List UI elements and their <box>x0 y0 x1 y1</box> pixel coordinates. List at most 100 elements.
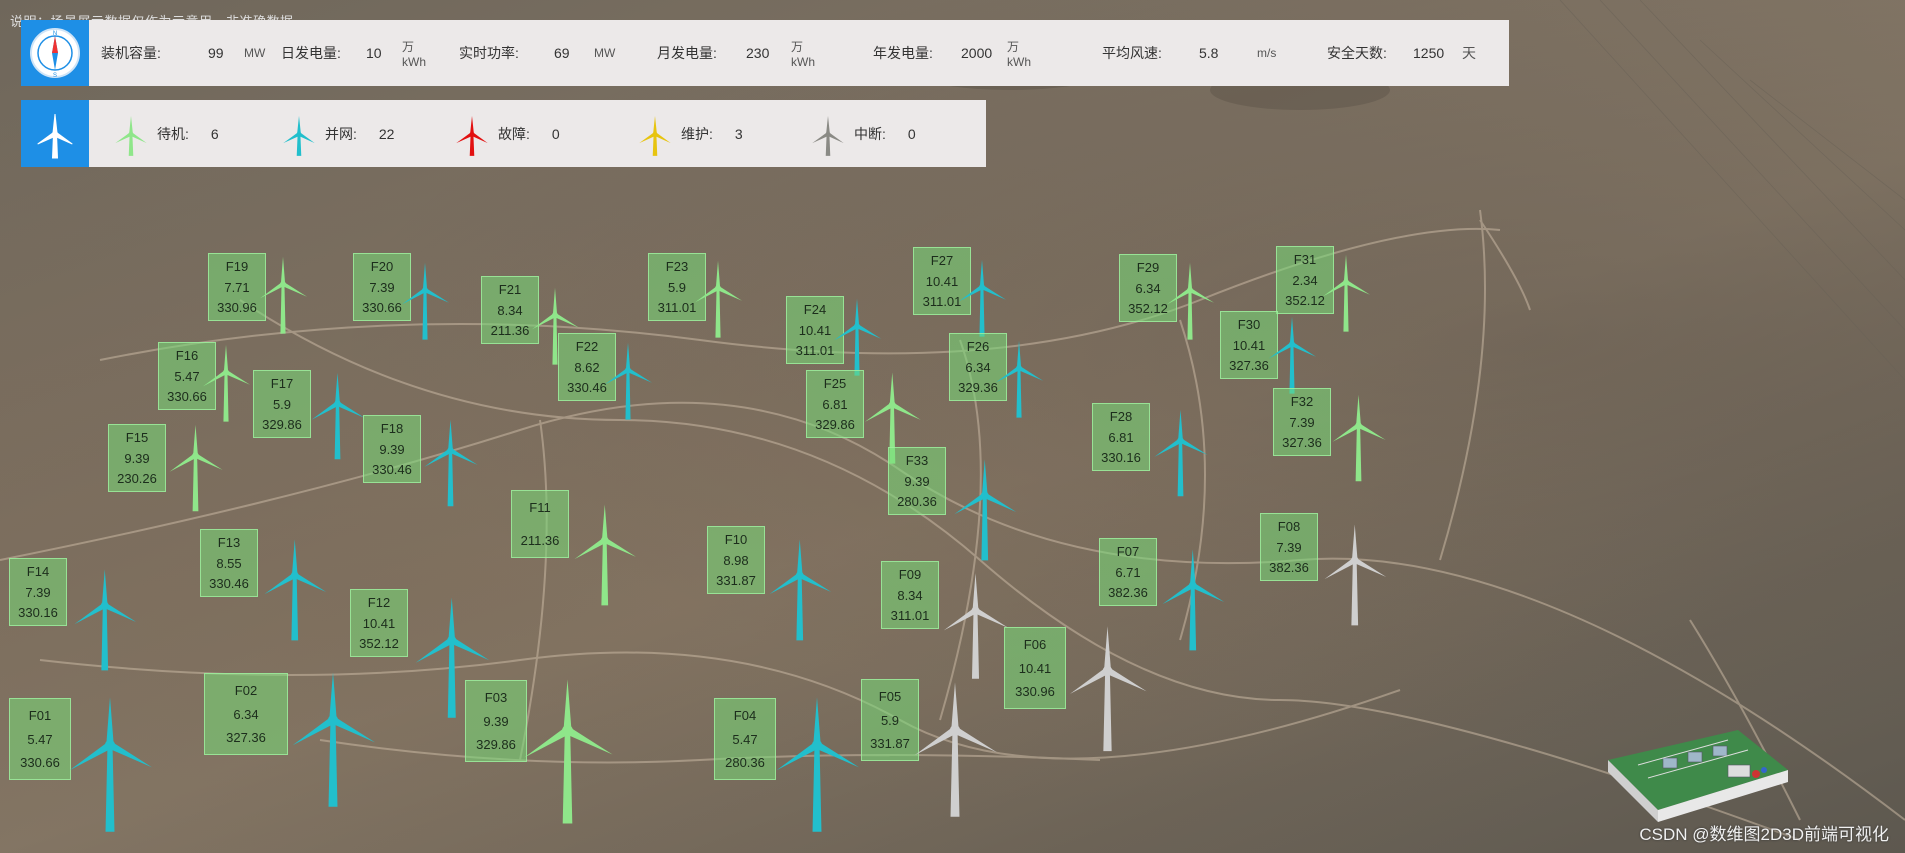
turbine-marker[interactable] <box>255 248 311 341</box>
substation-icon[interactable] <box>1608 730 1788 830</box>
turbine-info-card[interactable]: F32 7.39 327.36 <box>1273 388 1331 456</box>
turbine-info-card[interactable]: F25 6.81 329.86 <box>806 370 864 438</box>
turbine-marker[interactable] <box>768 682 866 841</box>
turbine-id: F04 <box>733 707 757 723</box>
turbine-grid-icon[interactable] <box>61 682 159 836</box>
turbine-standby-icon[interactable] <box>1162 254 1218 342</box>
turbine-id: F17 <box>270 376 294 392</box>
turbine-grid-icon[interactable] <box>1264 308 1320 396</box>
turbine-wind: 9.39 <box>483 713 509 729</box>
turbine-info-card[interactable]: F04 5.47 280.36 <box>714 698 776 780</box>
turbine-standby-icon[interactable] <box>690 252 746 340</box>
turbine-grid-icon[interactable] <box>68 558 142 674</box>
legend-maint[interactable]: 维护: 3 <box>635 100 743 167</box>
turbine-info-card[interactable]: F09 8.34 311.01 <box>881 561 939 629</box>
turbine-grid-icon[interactable] <box>763 528 837 644</box>
turbine-stopped-icon[interactable] <box>1318 513 1392 629</box>
turbine-standby-icon[interactable] <box>255 248 311 336</box>
turbine-marker[interactable] <box>1327 385 1390 489</box>
turbine-grid-icon[interactable] <box>600 334 656 422</box>
turbine-stopped-icon[interactable] <box>1062 612 1153 755</box>
turbine-standby-icon[interactable] <box>1327 385 1390 484</box>
turbine-marker[interactable] <box>515 663 620 833</box>
legend-standby[interactable]: 待机: 6 <box>111 100 219 167</box>
turbine-wind: 5.9 <box>272 396 292 412</box>
svg-text:N: N <box>53 31 57 37</box>
turbine-standby-icon[interactable] <box>568 493 642 609</box>
turbine-marker[interactable] <box>948 448 1022 569</box>
turbine-wind: 9.39 <box>379 441 405 457</box>
turbine-power: 329.86 <box>262 416 302 432</box>
turbine-grid-icon[interactable] <box>397 254 453 342</box>
turbine-marker[interactable] <box>1318 513 1392 634</box>
turbine-marker[interactable] <box>306 363 369 467</box>
turbine-grid-icon[interactable] <box>1156 538 1230 654</box>
turbine-wind: 8.62 <box>574 359 600 375</box>
turbine-marker[interactable] <box>1162 254 1218 347</box>
turbine-wind: 7.39 <box>25 584 51 600</box>
turbine-standby-icon[interactable] <box>515 663 620 828</box>
turbine-grid-icon[interactable] <box>306 363 369 462</box>
turbine-grid-icon[interactable] <box>991 332 1047 420</box>
turbine-standby-icon[interactable] <box>1318 246 1374 334</box>
stat-daily-value: 10 <box>366 45 382 61</box>
stat-daily-unit: 万kWh <box>402 39 426 69</box>
turbine-info-card[interactable]: F15 9.39 230.26 <box>108 424 166 492</box>
turbine-wind: 5.47 <box>27 731 53 747</box>
turbine-info-card[interactable]: F12 10.41 352.12 <box>350 589 408 657</box>
turbine-id: F22 <box>575 339 599 355</box>
turbine-marker[interactable] <box>690 252 746 345</box>
turbine-marker[interactable] <box>284 657 382 816</box>
turbine-power: 329.86 <box>815 416 855 432</box>
turbine-stopped-icon[interactable] <box>906 667 1004 821</box>
turbine-wind: 9.39 <box>124 450 150 466</box>
turbine-info-card[interactable]: F14 7.39 330.16 <box>9 558 67 626</box>
turbine-marker[interactable] <box>1149 400 1212 504</box>
turbine-info-card[interactable]: F33 9.39 280.36 <box>888 447 946 515</box>
turbine-info-card[interactable]: F18 9.39 330.46 <box>363 415 421 483</box>
turbine-marker[interactable] <box>258 528 332 649</box>
turbine-marker[interactable] <box>568 493 642 614</box>
turbine-grid-icon[interactable] <box>948 448 1022 564</box>
turbine-marker[interactable] <box>1318 246 1374 339</box>
turbine-power: 330.66 <box>20 755 60 771</box>
turbine-marker[interactable] <box>61 682 159 841</box>
turbine-marker[interactable] <box>419 410 482 514</box>
turbine-info-card[interactable]: F17 5.9 329.86 <box>253 370 311 438</box>
legend-offline[interactable]: 中断: 0 <box>808 100 916 167</box>
turbine-power: 211.36 <box>520 533 560 548</box>
turbine-info-card[interactable]: F11 211.36 <box>511 490 569 558</box>
turbine-marker[interactable] <box>906 667 1004 826</box>
turbine-info-card[interactable]: F10 8.98 331.87 <box>707 526 765 594</box>
turbine-marker[interactable] <box>600 334 656 427</box>
turbine-standby-icon[interactable] <box>164 415 227 514</box>
turbine-standby-icon[interactable] <box>198 336 254 424</box>
turbine-grid-icon[interactable] <box>1149 400 1212 499</box>
turbine-grid-icon[interactable] <box>954 251 1010 339</box>
turbine-grid-icon[interactable] <box>419 410 482 509</box>
turbine-info-card[interactable]: F06 10.41 330.96 <box>1004 627 1066 709</box>
turbine-marker[interactable] <box>1156 538 1230 659</box>
turbine-marker[interactable] <box>164 415 227 519</box>
turbine-marker[interactable] <box>991 332 1047 425</box>
turbine-info-card[interactable]: F28 6.81 330.16 <box>1092 403 1150 471</box>
turbine-grid-icon[interactable] <box>284 657 382 811</box>
turbine-grid-icon[interactable] <box>258 528 332 644</box>
turbine-info-card[interactable]: F02 6.34 327.36 <box>204 673 288 755</box>
turbine-marker[interactable] <box>954 251 1010 344</box>
legend-fault[interactable]: 故障: 0 <box>452 100 560 167</box>
stat-yearly-unit: 万kWh <box>1007 39 1031 69</box>
stat-power-value: 69 <box>554 45 570 61</box>
turbine-stopped-icon[interactable] <box>937 561 1014 682</box>
wind-farm-scene[interactable]: 说明：场景展示数据仅作为示意用，非准确数据 N S 装机容量: 99 MW 日发… <box>0 0 1905 853</box>
legend-grid[interactable]: 并网: 22 <box>279 100 394 167</box>
turbine-marker[interactable] <box>763 528 837 649</box>
legend-standby-count: 6 <box>210 125 219 142</box>
turbine-marker[interactable] <box>68 558 142 679</box>
turbine-info-card[interactable]: F08 7.39 382.36 <box>1260 513 1318 581</box>
turbine-info-card[interactable]: F07 6.71 382.36 <box>1099 538 1157 606</box>
turbine-info-card[interactable]: F13 8.55 330.46 <box>200 529 258 597</box>
turbine-marker[interactable] <box>1062 612 1153 760</box>
turbine-marker[interactable] <box>397 254 453 347</box>
turbine-grid-icon[interactable] <box>768 682 866 836</box>
